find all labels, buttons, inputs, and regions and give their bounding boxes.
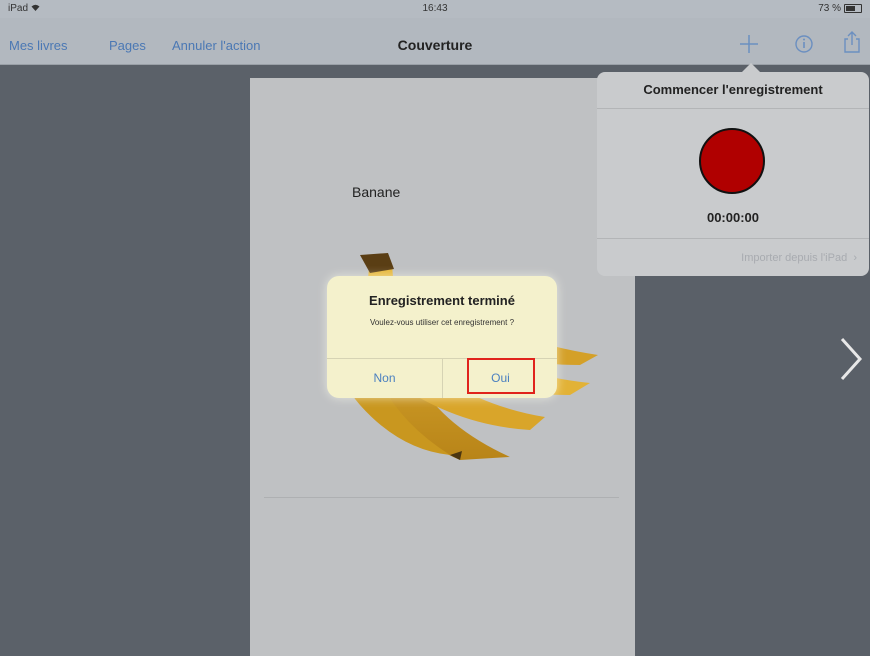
info-icon[interactable]: [793, 33, 815, 60]
recording-timer: 00:00:00: [706, 210, 760, 225]
yes-button-highlight: [467, 358, 535, 394]
ipad-screen: iPad 16:43 73 % Mes livres Pages Annuler…: [0, 0, 870, 656]
plus-icon[interactable]: [738, 33, 760, 60]
page-caption[interactable]: Banane: [352, 184, 400, 200]
import-from-ipad-link[interactable]: Importer depuis l'iPad ›: [741, 252, 857, 264]
import-label: Importer depuis l'iPad: [741, 252, 848, 264]
popover-divider: [597, 238, 869, 239]
battery-icon: [844, 4, 862, 13]
chevron-right-icon: ›: [850, 252, 857, 264]
next-page-chevron-icon[interactable]: [836, 335, 864, 388]
page-divider: [264, 497, 619, 498]
popover-title: Commencer l'enregistrement: [643, 82, 823, 97]
battery-percent: 73 %: [818, 3, 841, 14]
status-time: 16:43: [422, 3, 448, 14]
record-button[interactable]: [699, 128, 765, 194]
alert-title: Enregistrement terminé: [369, 293, 515, 308]
no-button[interactable]: Non: [327, 358, 442, 398]
popover-divider: [597, 108, 869, 109]
status-bar: iPad 16:43 73 %: [0, 0, 870, 18]
share-icon[interactable]: [842, 30, 862, 59]
alert-message: Voulez-vous utiliser cet enregistrement …: [369, 318, 515, 327]
status-right: 73 %: [818, 3, 862, 14]
nav-bar: Mes livres Pages Annuler l'action Couver…: [0, 18, 870, 65]
recording-popover: Commencer l'enregistrement 00:00:00 Impo…: [597, 72, 869, 276]
left-panel: [0, 65, 250, 656]
